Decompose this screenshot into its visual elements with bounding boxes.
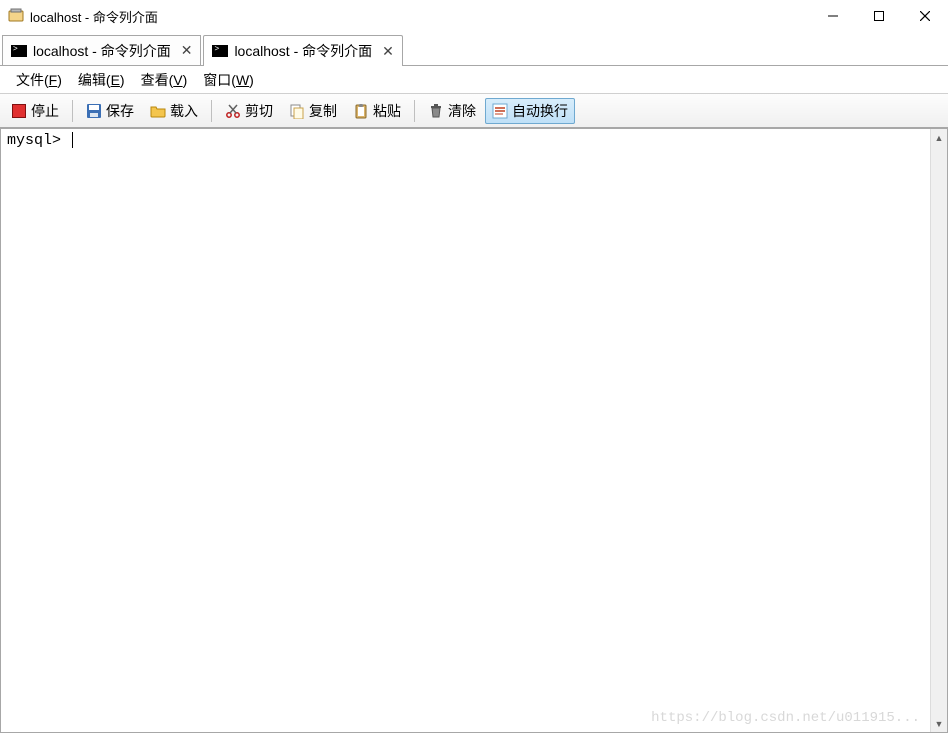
maximize-button[interactable] — [856, 0, 902, 32]
tab-0[interactable]: localhost - 命令列介面 ✕ — [2, 35, 201, 65]
scroll-down-arrow[interactable]: ▼ — [931, 715, 947, 732]
separator — [414, 100, 415, 122]
watermark-text: https://blog.csdn.net/u011915... — [651, 710, 920, 726]
stop-icon — [11, 103, 27, 119]
wrap-button[interactable]: 自动换行 — [485, 98, 575, 124]
separator — [72, 100, 73, 122]
menu-file[interactable]: 文件(F) — [8, 67, 70, 93]
wrap-icon — [492, 103, 508, 119]
terminal-icon — [11, 45, 27, 57]
text-cursor — [72, 132, 73, 148]
app-icon — [8, 8, 24, 24]
paste-button[interactable]: 粘贴 — [346, 98, 408, 124]
clear-button[interactable]: 清除 — [421, 98, 483, 124]
window-title: localhost - 命令列介面 — [30, 7, 810, 26]
separator — [211, 100, 212, 122]
tab-close-button[interactable]: ✕ — [179, 42, 195, 59]
folder-open-icon — [150, 103, 166, 119]
copy-button[interactable]: 复制 — [282, 98, 344, 124]
tab-close-button[interactable]: ✕ — [380, 43, 396, 60]
scroll-track[interactable] — [931, 146, 947, 715]
terminal-output[interactable]: mysql> https://blog.csdn.net/u011915... — [1, 129, 930, 732]
load-button[interactable]: 载入 — [143, 98, 205, 124]
vertical-scrollbar[interactable]: ▲ ▼ — [930, 129, 947, 732]
cut-button[interactable]: 剪切 — [218, 98, 280, 124]
save-button[interactable]: 保存 — [79, 98, 141, 124]
toolbar: 停止 保存 载入 剪切 复制 粘贴 清除 自动换行 — [0, 94, 948, 128]
tab-label: localhost - 命令列介面 — [234, 41, 372, 61]
close-button[interactable] — [902, 0, 948, 32]
copy-icon — [289, 103, 305, 119]
menu-window[interactable]: 窗口(W) — [195, 67, 262, 93]
stop-button[interactable]: 停止 — [4, 98, 66, 124]
terminal-prompt: mysql> — [7, 132, 70, 149]
titlebar: localhost - 命令列介面 — [0, 0, 948, 32]
clipboard-icon — [353, 103, 369, 119]
tab-label: localhost - 命令列介面 — [33, 41, 171, 61]
scissors-icon — [225, 103, 241, 119]
trash-icon — [428, 103, 444, 119]
terminal-icon — [212, 45, 228, 57]
menu-view[interactable]: 查看(V) — [133, 67, 196, 93]
tabbar: localhost - 命令列介面 ✕ localhost - 命令列介面 ✕ — [0, 32, 948, 66]
content-area: mysql> https://blog.csdn.net/u011915... … — [0, 128, 948, 733]
tab-1[interactable]: localhost - 命令列介面 ✕ — [203, 35, 402, 66]
minimize-button[interactable] — [810, 0, 856, 32]
menu-edit[interactable]: 编辑(E) — [70, 67, 133, 93]
window-controls — [810, 0, 948, 32]
menubar: 文件(F) 编辑(E) 查看(V) 窗口(W) — [0, 66, 948, 94]
save-icon — [86, 103, 102, 119]
scroll-up-arrow[interactable]: ▲ — [931, 129, 947, 146]
